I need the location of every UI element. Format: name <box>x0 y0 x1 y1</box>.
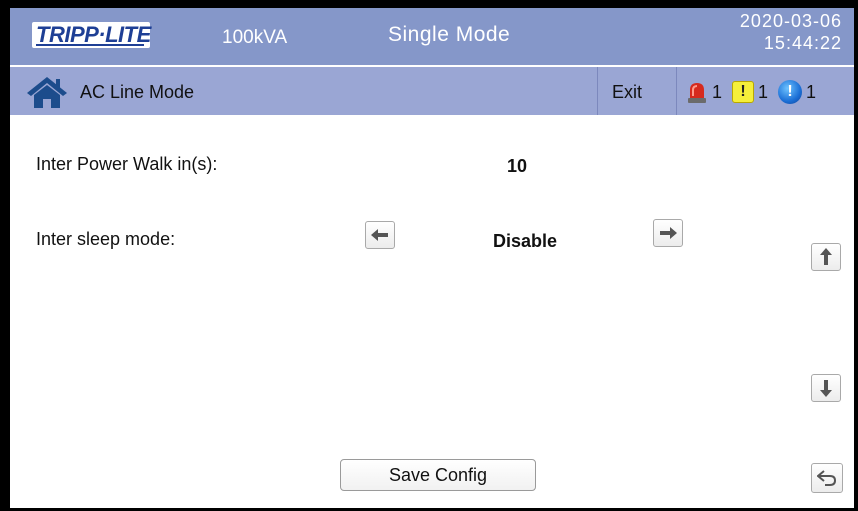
scroll-down-button[interactable] <box>811 374 841 402</box>
exit-button[interactable]: Exit <box>597 67 677 115</box>
sleep-mode-label: Inter sleep mode: <box>36 229 176 249</box>
arrow-right-icon <box>660 227 677 239</box>
warning-alarm-indicator[interactable]: ! 1 <box>732 81 768 103</box>
arrow-down-icon <box>820 380 832 397</box>
brand-logo: TRIPP·LITE <box>32 22 151 48</box>
siren-icon <box>688 83 706 103</box>
sleep-mode-prev-button[interactable] <box>365 221 395 249</box>
sleep-mode-next-button[interactable] <box>653 219 683 247</box>
walk-in-value[interactable]: 10 <box>507 155 527 177</box>
exit-button-label: Exit <box>612 82 643 102</box>
save-config-button[interactable]: Save Config <box>340 459 536 491</box>
arrow-left-icon <box>371 229 388 241</box>
back-icon <box>817 470 837 486</box>
walk-in-label: Inter Power Walk in(s): <box>36 154 218 174</box>
back-button[interactable] <box>811 463 843 493</box>
scroll-up-button[interactable] <box>811 243 841 271</box>
sleep-mode-value: Disable <box>493 231 558 251</box>
critical-alarm-indicator[interactable]: 1 <box>686 80 722 104</box>
date-text: 2020-03-06 <box>739 11 842 31</box>
operating-mode-title: Single Mode <box>388 23 511 46</box>
hmi-screen: TRIPP·LITE 100kVA Single Mode 2020-03-06… <box>10 8 854 508</box>
info-icon: ! <box>778 80 803 104</box>
arrow-up-icon <box>820 248 832 265</box>
critical-alarm-count: 1 <box>712 82 723 102</box>
time-text: 15:44:22 <box>763 33 842 53</box>
alarm-summary: 1 ! 1 ! 1 <box>686 79 826 105</box>
warning-alarm-count: 1 <box>758 82 769 102</box>
datetime-display: 2020-03-06 15:44:22 <box>740 10 842 54</box>
brand-logo-underline <box>36 44 144 46</box>
status-bar: AC Line Mode Exit 1 ! 1 ! 1 <box>10 67 854 115</box>
home-icon[interactable] <box>26 75 68 109</box>
info-alarm-count: 1 <box>806 82 817 102</box>
power-status-text: AC Line Mode <box>80 82 195 102</box>
capacity-label: 100kVA <box>222 27 288 48</box>
info-alarm-indicator[interactable]: ! 1 <box>778 80 816 104</box>
top-header: TRIPP·LITE 100kVA Single Mode 2020-03-06… <box>10 8 854 66</box>
warning-icon: ! <box>732 81 755 103</box>
